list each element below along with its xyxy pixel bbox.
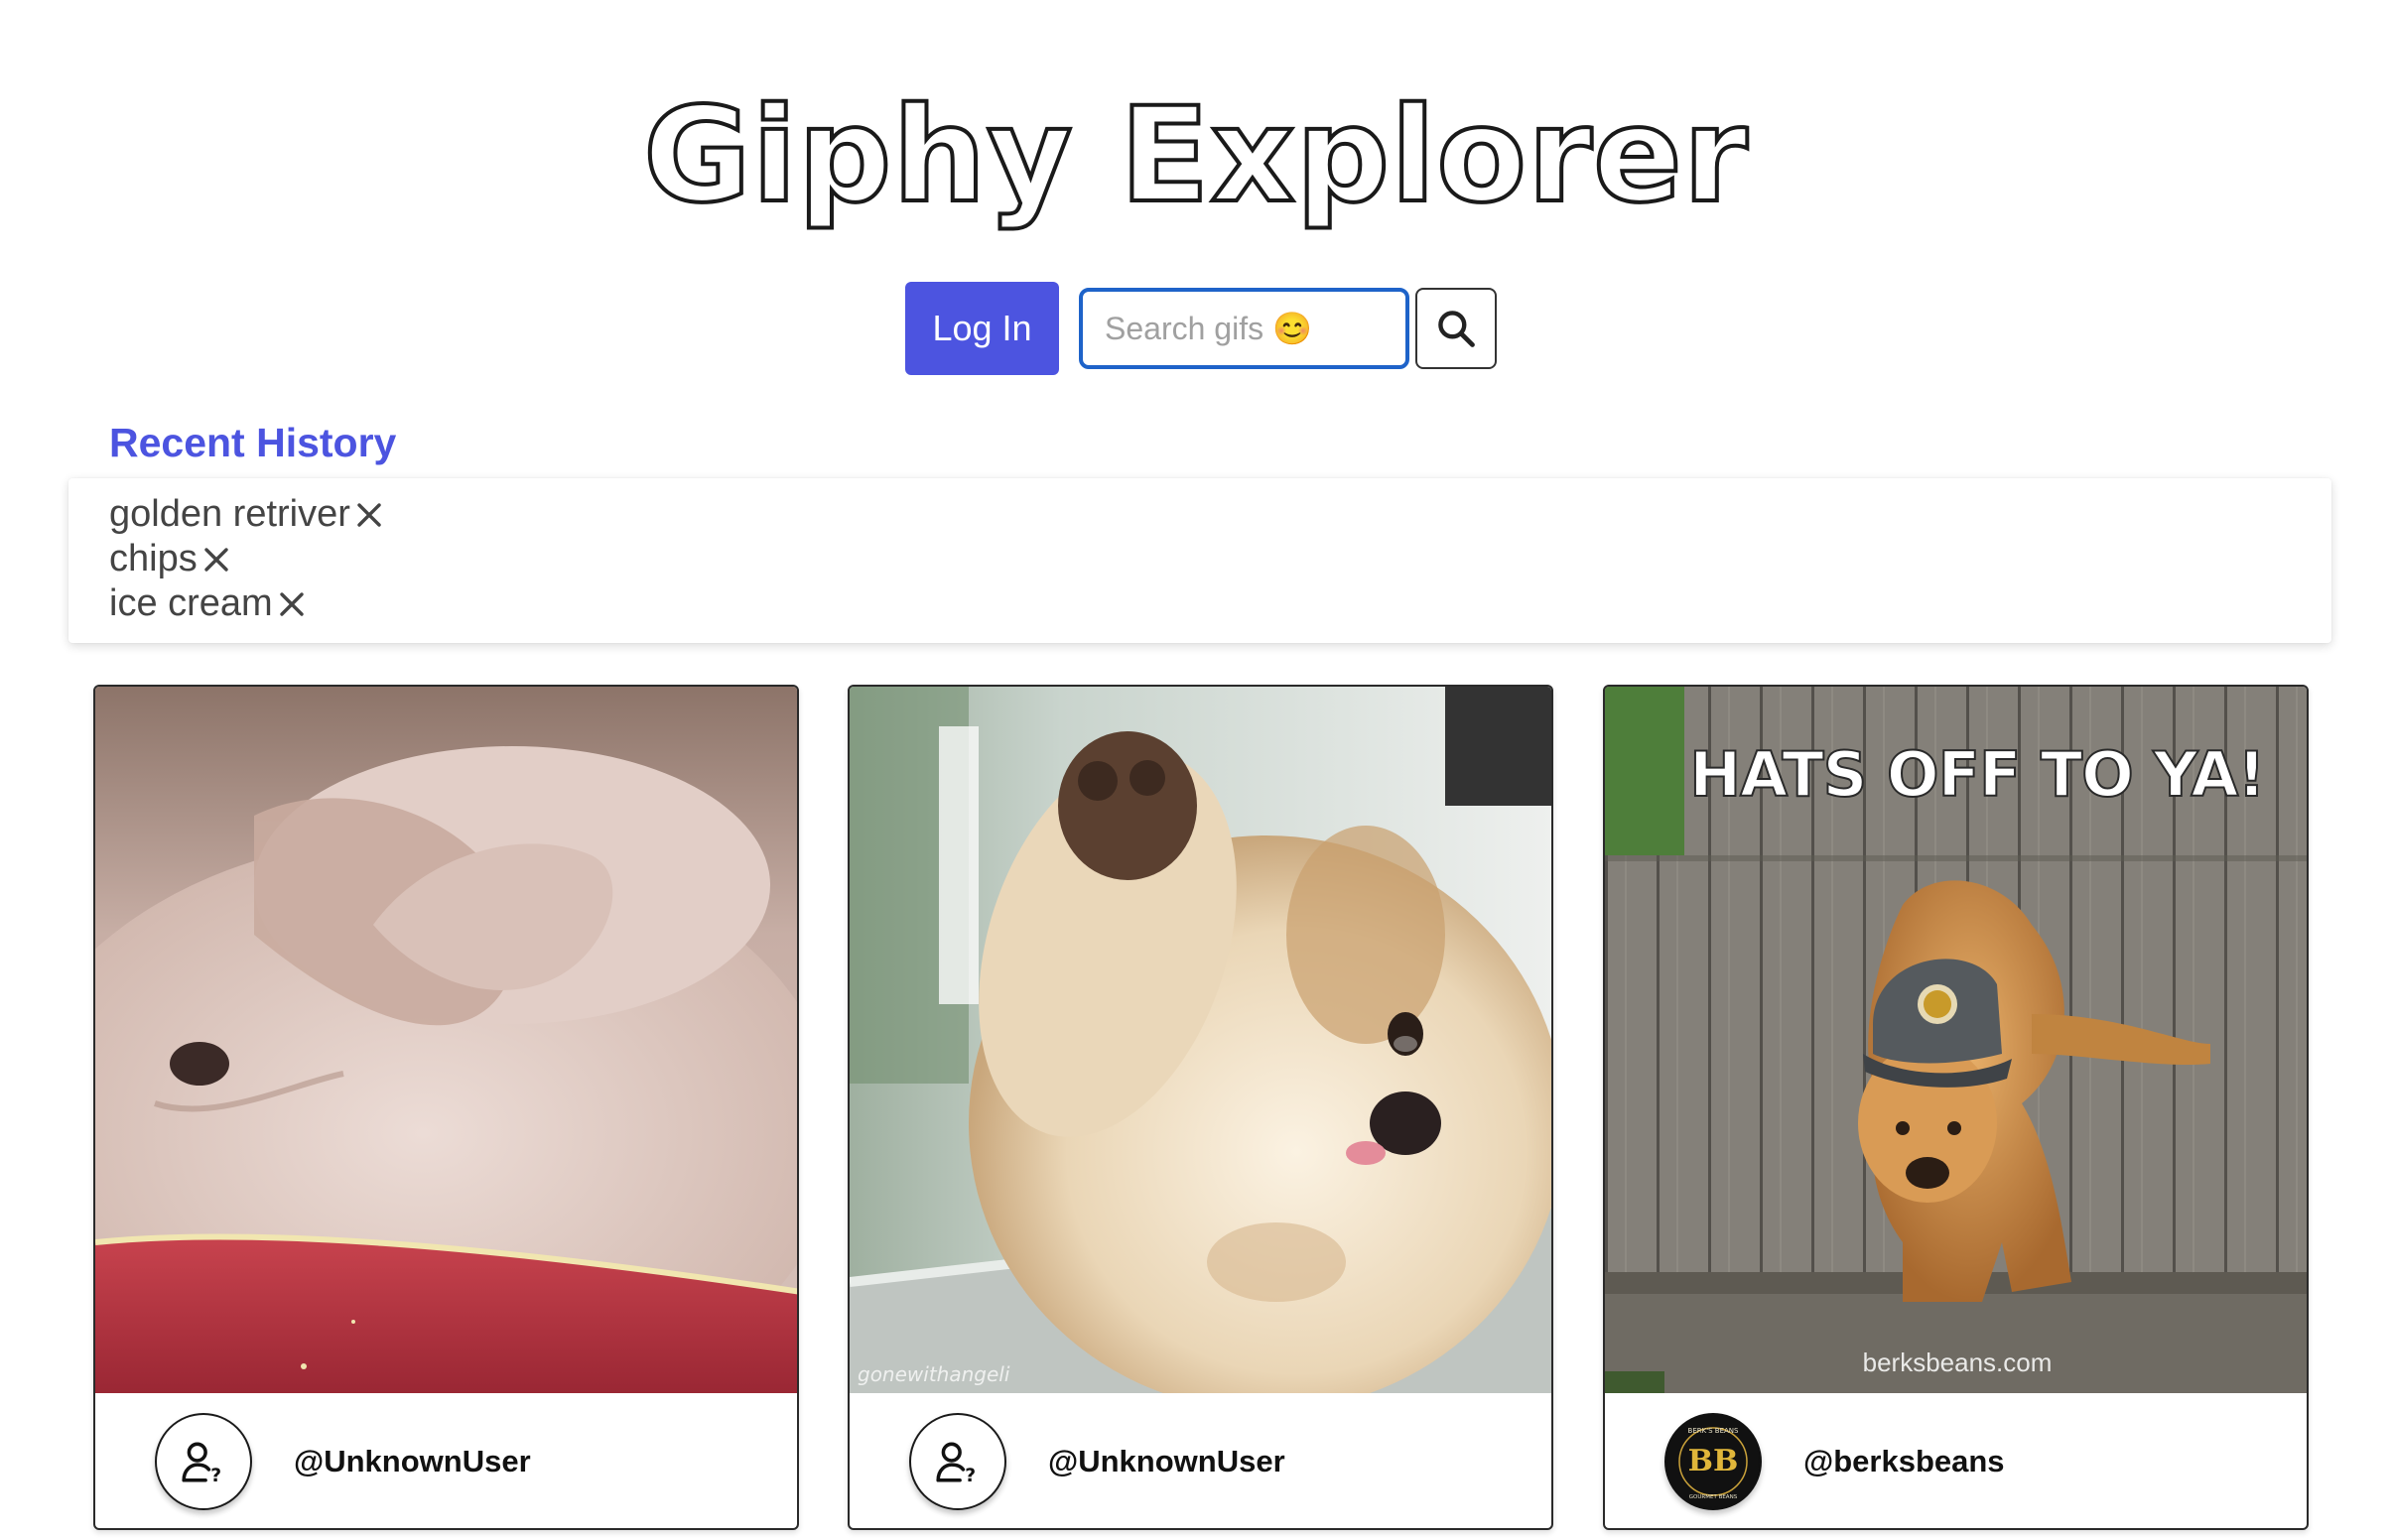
- svg-text:?: ?: [965, 1466, 976, 1486]
- unknown-user-icon: ?: [182, 1442, 221, 1486]
- history-item-label[interactable]: ice cream: [109, 582, 273, 625]
- history-item[interactable]: ice cream: [109, 581, 2331, 626]
- search-button[interactable]: [1415, 288, 1497, 369]
- gif-card-footer: ? @UnknownUser: [95, 1393, 797, 1528]
- login-button[interactable]: Log In: [905, 282, 1059, 375]
- close-icon: [204, 547, 228, 572]
- unknown-user-icon: ?: [936, 1442, 976, 1486]
- dog-with-hat-image: HATS OFF TO YA! berksbeans.com: [1605, 687, 2307, 1393]
- history-item[interactable]: golden retriver: [109, 492, 2331, 537]
- gif-card[interactable]: ? @UnknownUser: [93, 685, 799, 1530]
- gif-card[interactable]: HATS OFF TO YA! berksbeans.com BB BERK'S…: [1603, 685, 2309, 1530]
- puppy-waving-image: gonewithangeli: [850, 687, 1551, 1393]
- berksbeans-logo: BB BERK'S BEANS GOURMET BEANS: [1667, 1416, 1759, 1507]
- avatar[interactable]: ?: [909, 1413, 1006, 1510]
- avatar[interactable]: BB BERK'S BEANS GOURMET BEANS: [1664, 1413, 1762, 1510]
- svg-text:?: ?: [210, 1466, 221, 1486]
- remove-history-button[interactable]: [203, 547, 229, 573]
- close-icon: [280, 591, 304, 616]
- history-item-label[interactable]: golden retriver: [109, 493, 350, 536]
- recent-history-list: golden retriver chips ice cream: [68, 478, 2331, 643]
- svg-text:BERK'S BEANS: BERK'S BEANS: [1688, 1427, 1740, 1435]
- svg-text:GOURMET BEANS: GOURMET BEANS: [1689, 1494, 1738, 1500]
- gif-watermark: berksbeans.com: [1863, 1348, 2053, 1377]
- close-icon: [357, 502, 381, 527]
- puppy-sleeping-image: [95, 687, 797, 1393]
- gif-username[interactable]: @UnknownUser: [1048, 1444, 1285, 1479]
- gif-image[interactable]: HATS OFF TO YA! berksbeans.com: [1605, 687, 2307, 1393]
- gif-image[interactable]: gonewithangeli: [850, 687, 1551, 1393]
- gif-caption: HATS OFF TO YA!: [1689, 738, 2264, 811]
- avatar[interactable]: ?: [155, 1413, 252, 1510]
- recent-history-heading: Recent History: [109, 420, 397, 465]
- history-item[interactable]: chips: [109, 537, 2331, 581]
- gif-card-footer: ? @UnknownUser: [850, 1393, 1551, 1528]
- history-item-label[interactable]: chips: [109, 538, 198, 580]
- svg-text:BB: BB: [1688, 1444, 1739, 1478]
- gif-card-footer: BB BERK'S BEANS GOURMET BEANS @berksbean…: [1605, 1393, 2307, 1528]
- gif-image[interactable]: [95, 687, 797, 1393]
- remove-history-button[interactable]: [279, 591, 305, 617]
- app-title: Giphy Explorer: [641, 79, 1750, 232]
- gif-username[interactable]: @UnknownUser: [294, 1444, 531, 1479]
- gif-grid: ? @UnknownUser gonewithangeli ? @Unknown…: [93, 685, 2309, 1530]
- remove-history-button[interactable]: [356, 502, 382, 528]
- gif-watermark: gonewithangeli: [858, 1362, 1010, 1386]
- search-input[interactable]: [1079, 288, 1409, 369]
- search-icon: [1438, 311, 1475, 347]
- gif-card[interactable]: gonewithangeli ? @UnknownUser: [848, 685, 1553, 1530]
- search-bar: Log In: [905, 282, 1497, 375]
- gif-username[interactable]: @berksbeans: [1803, 1444, 2005, 1479]
